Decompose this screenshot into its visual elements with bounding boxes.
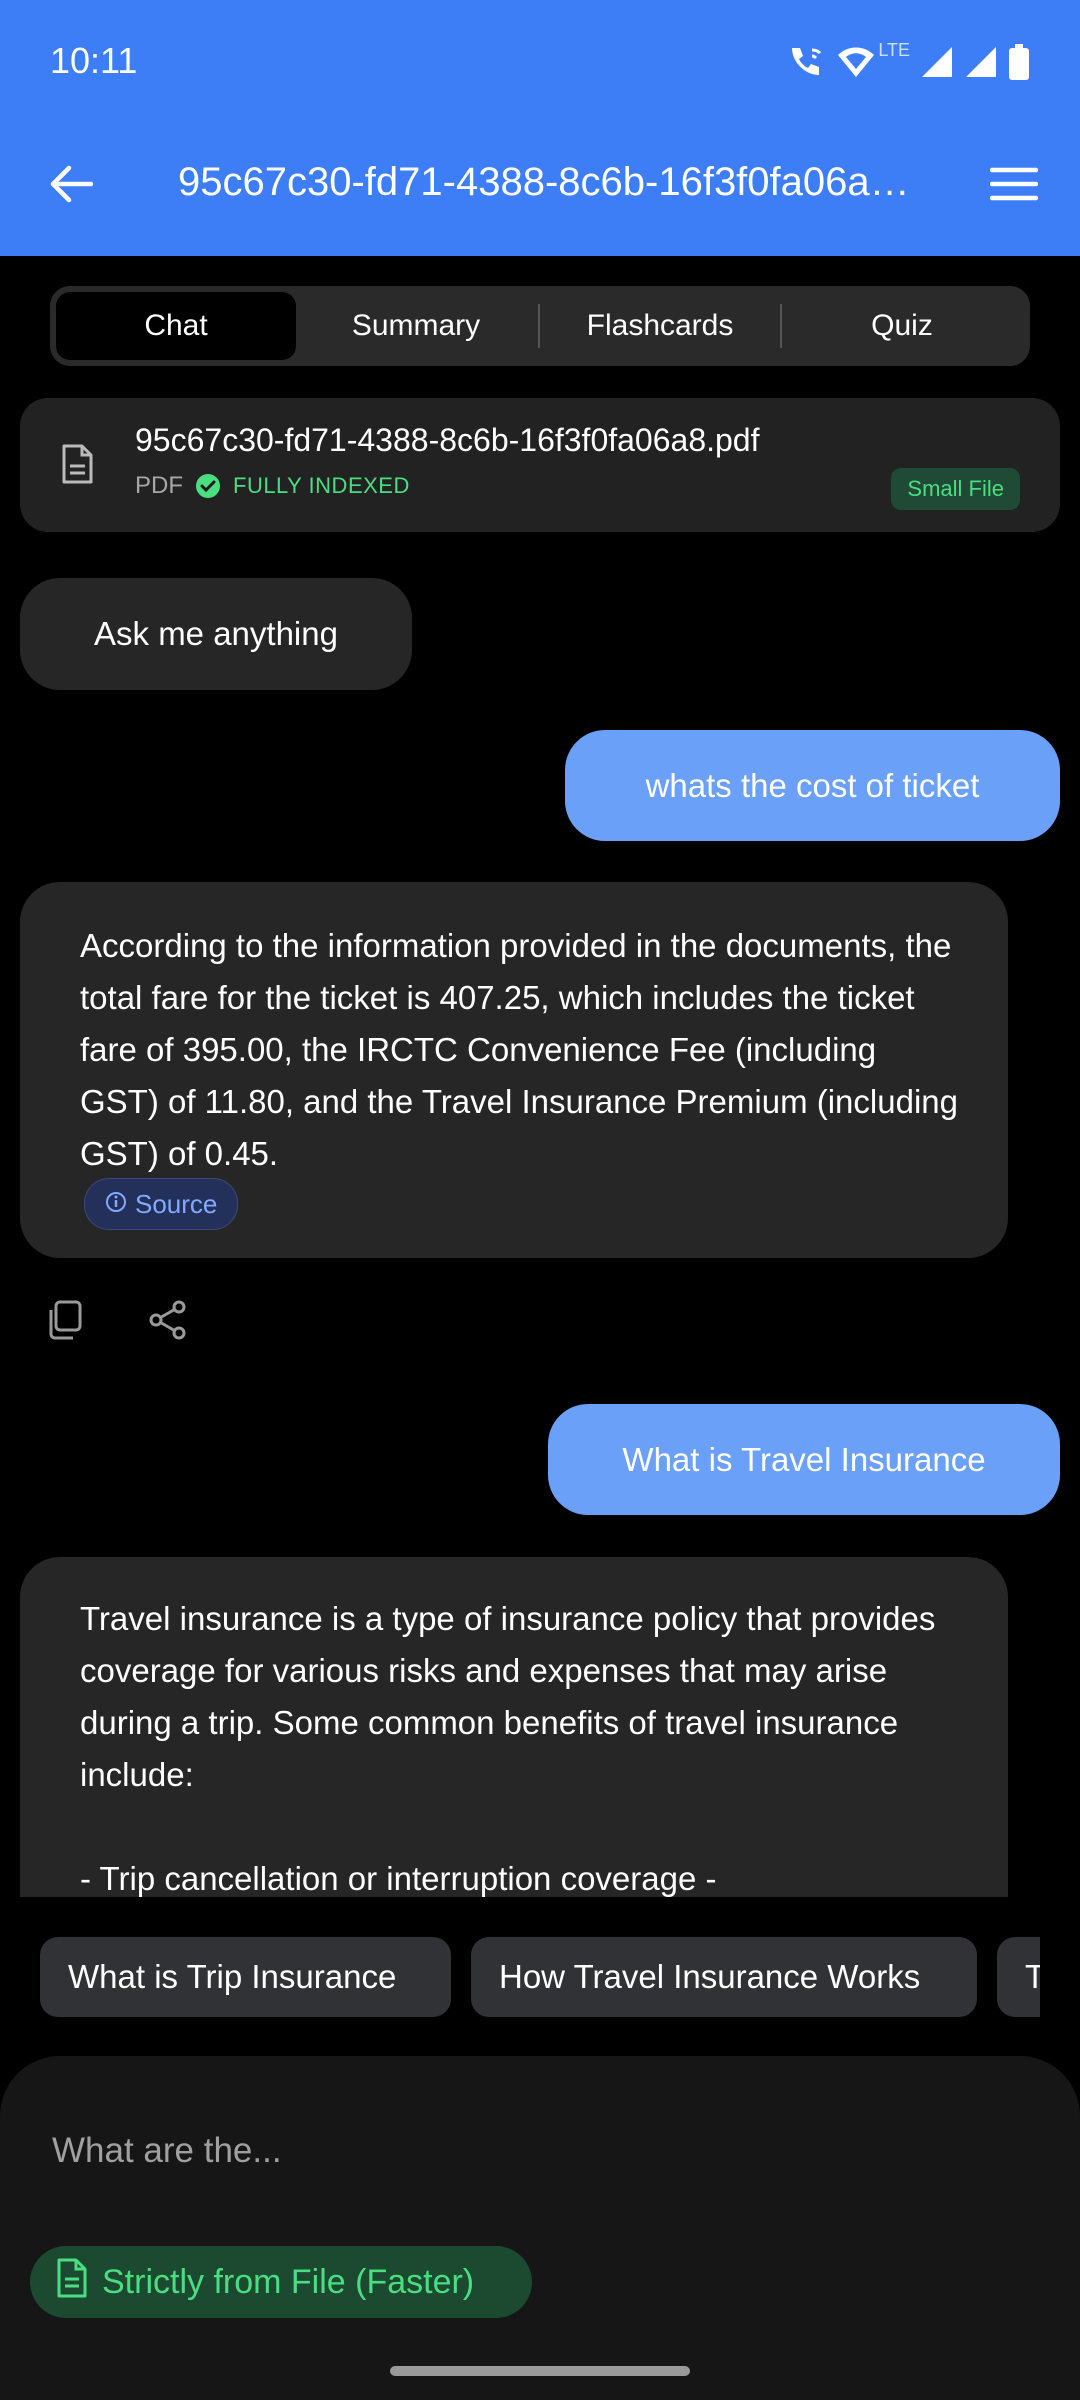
message-actions (42, 1300, 190, 1344)
status-time: 10:11 (50, 40, 138, 81)
source-button[interactable]: Source (84, 1178, 239, 1230)
status-icons: LTE (786, 40, 1030, 84)
file-type: PDF (135, 472, 183, 499)
bot-answer-bubble: Travel insurance is a type of insurance … (20, 1557, 1008, 1897)
lte-label: LTE (878, 39, 910, 60)
composer: Strictly from File (Faster) (0, 2056, 1080, 2400)
user-message-bubble: whats the cost of ticket (565, 730, 1060, 841)
page-title: 95c67c30-fd71-4388-8c6b-16f3f0fa06a8.pdf (178, 160, 928, 204)
status-bar: 10:11 LTE (0, 0, 1080, 120)
file-card[interactable]: 95c67c30-fd71-4388-8c6b-16f3f0fa06a8.pdf… (20, 398, 1060, 532)
source-label: Source (135, 1189, 218, 1219)
wifi-icon (836, 45, 876, 79)
file-size-badge: Small File (891, 468, 1020, 510)
back-button[interactable] (36, 156, 106, 216)
tab-quiz[interactable]: Quiz (782, 292, 1022, 360)
toolbar: 95c67c30-fd71-4388-8c6b-16f3f0fa06a8.pdf (0, 130, 1080, 240)
answer-list-item: - Trip cancellation or interruption cove… (80, 1860, 717, 1897)
tab-chat[interactable]: Chat (56, 292, 296, 360)
app-bar: 10:11 LTE 95c67c30-fd71-4388-8c6b-16f3f0… (0, 0, 1080, 256)
index-status: FULLY INDEXED (233, 473, 410, 498)
wifi-call-icon (786, 44, 826, 80)
answer-paragraph: Travel insurance is a type of insurance … (80, 1600, 936, 1793)
copy-button[interactable] (42, 1300, 86, 1344)
mode-label: Strictly from File (Faster) (102, 2262, 475, 2301)
bot-answer-text: According to the information provided in… (80, 927, 958, 1172)
bot-answer-bubble: According to the information provided in… (20, 882, 1008, 1258)
file-text-icon (56, 2258, 88, 2307)
check-circle-icon (195, 473, 221, 499)
bot-answer-text: Travel insurance is a type of insurance … (80, 1593, 980, 1897)
battery-icon (1008, 44, 1030, 80)
menu-button[interactable] (984, 158, 1044, 214)
suggestion-chip[interactable]: How Travel Insurance Works (471, 1937, 977, 2017)
suggestion-chip[interactable]: T (997, 1937, 1040, 2017)
tab-summary[interactable]: Summary (296, 292, 536, 360)
menu-icon (989, 166, 1039, 207)
signal-icon (920, 45, 954, 79)
info-icon (105, 1178, 127, 1230)
message-input[interactable] (50, 2120, 1034, 2182)
signal-icon (964, 45, 998, 79)
suggestion-chip[interactable]: What is Trip Insurance (40, 1937, 451, 2017)
copy-icon (45, 1300, 83, 1345)
document-icon (60, 444, 94, 489)
mode-toggle[interactable]: Strictly from File (Faster) (30, 2246, 532, 2318)
suggestion-chips: What is Trip Insurance How Travel Insura… (40, 1937, 1040, 2017)
share-icon (147, 1299, 189, 1346)
share-button[interactable] (146, 1300, 190, 1344)
tab-bar: Chat Summary Flashcards Quiz (50, 286, 1030, 366)
tab-flashcards[interactable]: Flashcards (540, 292, 780, 360)
home-indicator[interactable] (390, 2366, 690, 2376)
arrow-left-icon (49, 164, 94, 209)
file-meta: PDF FULLY INDEXED (135, 472, 410, 500)
bot-greeting-bubble: Ask me anything (20, 578, 412, 690)
user-message-bubble: What is Travel Insurance (548, 1404, 1060, 1515)
answer-blank-line (80, 1801, 980, 1853)
file-name: 95c67c30-fd71-4388-8c6b-16f3f0fa06a8.pdf (135, 422, 760, 458)
